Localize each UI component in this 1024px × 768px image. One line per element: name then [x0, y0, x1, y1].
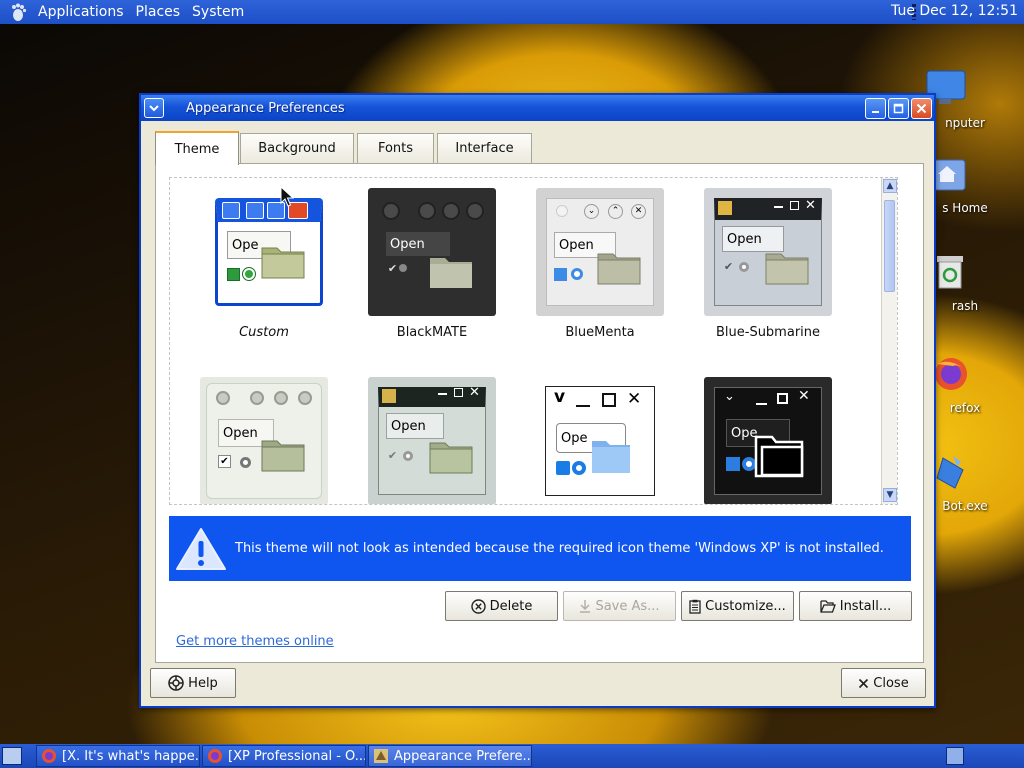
folder-icon [754, 435, 804, 478]
warning-text: This theme will not look as intended bec… [235, 541, 884, 556]
tab-label: Fonts [377, 141, 414, 156]
folder-icon [430, 258, 472, 288]
delete-label: Delete [489, 598, 533, 614]
customize-label: Customize... [705, 598, 786, 614]
folder-icon [429, 442, 473, 474]
warning-icon [176, 527, 226, 570]
close-window-button[interactable] [911, 98, 932, 119]
appearance-icon [374, 749, 388, 763]
bottom-panel: [X. It's what's happe... [XP Professiona… [0, 744, 1024, 768]
window-title: Appearance Preferences [186, 100, 345, 116]
close-icon [859, 678, 869, 688]
taskbar-item-label: Appearance Prefere... [394, 748, 532, 764]
menu-system[interactable]: System [186, 4, 250, 20]
scroll-down-button[interactable]: ▼ [883, 488, 897, 502]
folder-icon [261, 440, 305, 472]
tab-theme[interactable]: Theme [155, 131, 239, 165]
menu-applications[interactable]: Applications [32, 4, 130, 20]
help-icon [168, 675, 184, 691]
customize-button[interactable]: Customize... [681, 591, 794, 621]
theme-name: BlueMenta [565, 325, 635, 340]
tab-background[interactable]: Background [240, 133, 354, 163]
get-more-themes-link[interactable]: Get more themes online [176, 634, 334, 649]
clock[interactable]: Tue Dec 12, 12:51 [891, 3, 1018, 19]
theme-tab-panel: Ope Custom Open ✔ BlackMATE ⌄ ⌃ ✕ Open B… [155, 163, 924, 663]
theme-thumbnail: ✕ Open ✔ [704, 188, 832, 316]
workspace-switcher[interactable] [946, 747, 964, 765]
delete-icon [470, 598, 486, 614]
theme-thumbnail: ✕ Open ✔ [368, 377, 496, 504]
taskbar-item-label: [X. It's what's happe... [62, 748, 200, 764]
tab-label: Theme [174, 141, 220, 157]
theme-item[interactable]: ✕ Open ✔ [362, 377, 502, 504]
theme-thumbnail: Open ✔ [368, 188, 496, 316]
preview-open-label: Open [386, 413, 444, 439]
close-label: Close [873, 675, 909, 691]
theme-item-custom[interactable]: Ope Custom [194, 188, 334, 340]
theme-item[interactable]: Open ✔ [194, 377, 334, 504]
show-desktop-button[interactable] [2, 747, 22, 765]
taskbar-item[interactable]: Appearance Prefere... [368, 745, 532, 767]
theme-name: BlackMATE [396, 325, 468, 340]
tab-label: Background [258, 141, 336, 156]
tab-interface[interactable]: Interface [437, 133, 532, 163]
window-titlebar[interactable]: Appearance Preferences [141, 95, 934, 121]
folder-icon [592, 441, 630, 473]
folder-icon [597, 253, 641, 285]
menu-places[interactable]: Places [130, 4, 187, 20]
theme-name: Blue-Submarine [715, 325, 821, 340]
save-icon [580, 599, 591, 613]
clipboard-icon [689, 599, 701, 614]
save-as-label: Save As... [595, 598, 660, 614]
theme-gallery[interactable]: Ope Custom Open ✔ BlackMATE ⌄ ⌃ ✕ Open B… [169, 177, 898, 505]
scrollbar-thumb[interactable] [884, 200, 895, 292]
gnome-foot-icon[interactable] [8, 2, 28, 22]
theme-item-blackmate[interactable]: Open ✔ BlackMATE [362, 188, 502, 340]
install-label: Install... [839, 598, 892, 614]
install-button[interactable]: Install... [799, 591, 912, 621]
close-icon [916, 103, 927, 114]
theme-thumbnail: Open ✔ [200, 377, 328, 504]
tab-fonts[interactable]: Fonts [357, 133, 434, 163]
firefox-icon [42, 749, 56, 763]
folder-icon [261, 247, 305, 279]
help-label: Help [188, 675, 218, 691]
help-button[interactable]: Help [150, 668, 236, 698]
theme-thumbnail: v ✕ Ope [536, 377, 664, 504]
theme-item[interactable]: v ✕ Ope [530, 377, 670, 504]
theme-thumbnail: ⌄ ✕ Ope [704, 377, 832, 504]
gallery-scrollbar[interactable]: ▲ ▼ [881, 178, 897, 504]
chevron-down-icon [149, 105, 159, 112]
taskbar-item[interactable]: [X. It's what's happe... [36, 745, 200, 767]
folder-icon [765, 253, 809, 285]
theme-item[interactable]: ⌄ ✕ Ope [698, 377, 838, 504]
minimize-button[interactable] [865, 98, 886, 119]
scroll-up-button[interactable]: ▲ [883, 179, 897, 193]
theme-item-blue-submarine[interactable]: ✕ Open ✔ Blue-Submarine [698, 188, 838, 340]
taskbar-item-label: [XP Professional - O... [228, 748, 366, 764]
save-as-button[interactable]: Save As... [563, 591, 676, 621]
window-menu-button[interactable] [144, 98, 164, 118]
delete-button[interactable]: Delete [445, 591, 558, 621]
appearance-preferences-window: Appearance Preferences Theme Background … [139, 93, 936, 708]
minimize-icon [872, 111, 879, 113]
missing-icon-theme-warning: This theme will not look as intended bec… [169, 516, 911, 581]
maximize-icon [893, 103, 904, 114]
theme-name: Custom [239, 325, 289, 340]
close-button[interactable]: Close [841, 668, 926, 698]
firefox-icon [208, 749, 222, 763]
theme-thumbnail: ⌄ ⌃ ✕ Open [536, 188, 664, 316]
tab-label: Interface [455, 141, 514, 156]
mouse-cursor-icon [280, 186, 294, 207]
maximize-button[interactable] [888, 98, 909, 119]
top-panel: Applications Places System Tue Dec 12, 1… [0, 0, 1024, 24]
folder-open-icon [820, 599, 836, 613]
theme-thumbnail: Ope [200, 188, 328, 316]
taskbar-item[interactable]: [XP Professional - O... [202, 745, 366, 767]
theme-item-bluementa[interactable]: ⌄ ⌃ ✕ Open BlueMenta [530, 188, 670, 340]
